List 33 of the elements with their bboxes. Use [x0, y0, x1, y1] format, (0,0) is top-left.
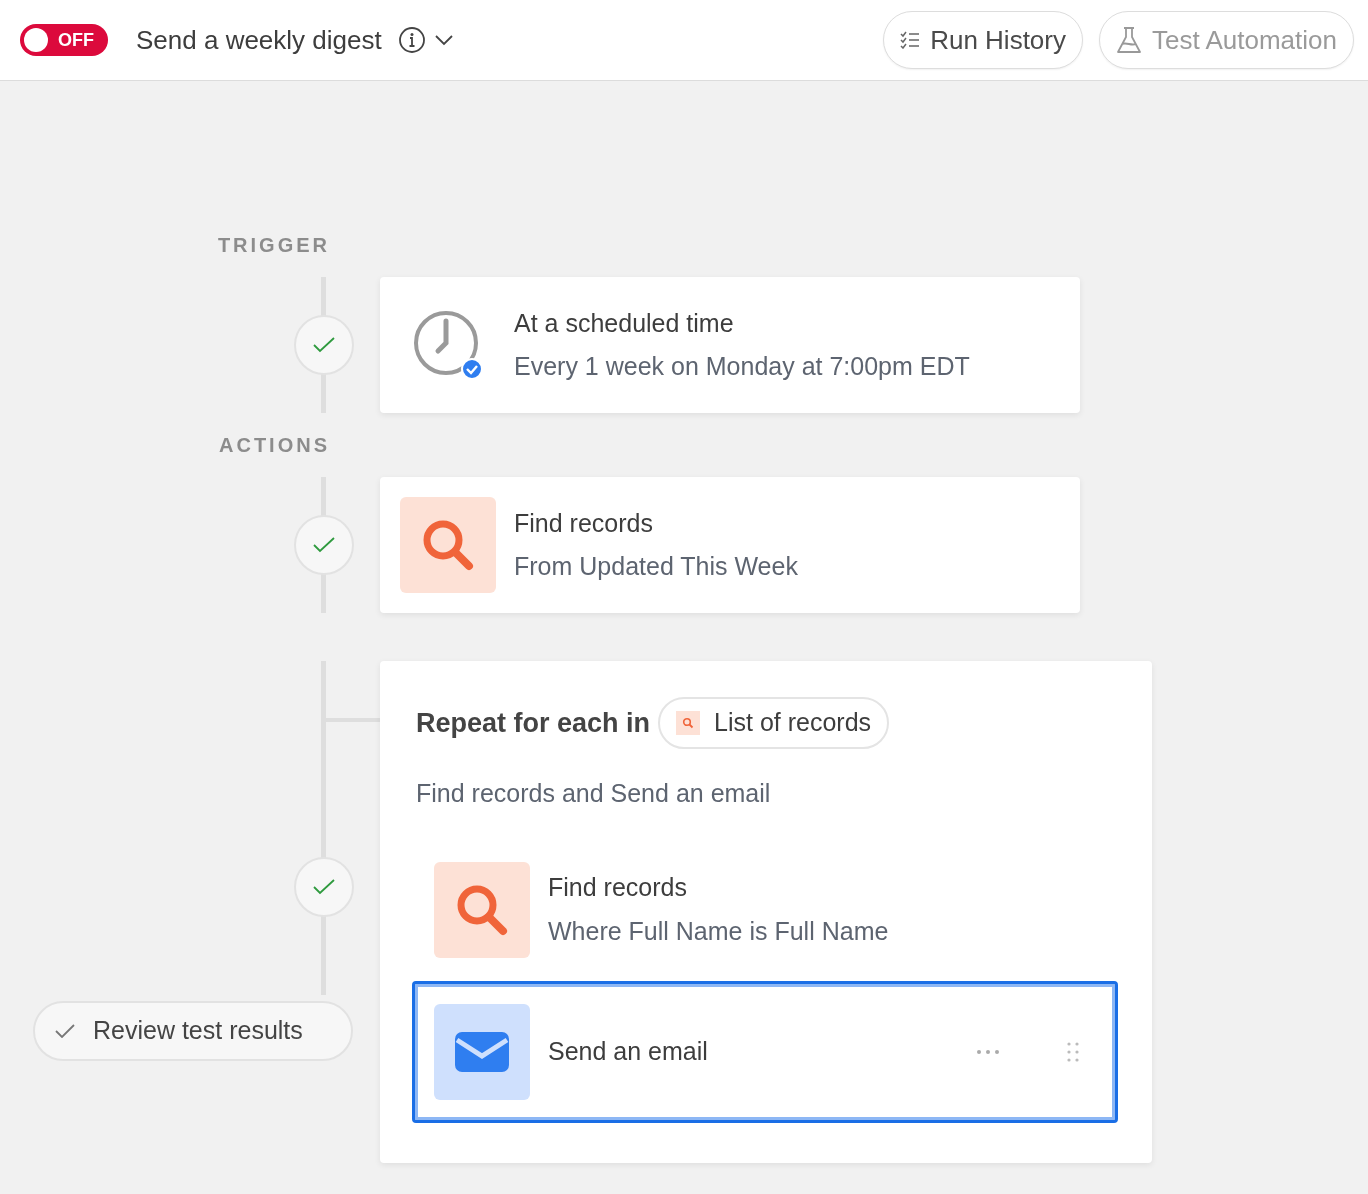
step-title: Find records: [548, 872, 688, 903]
step-item[interactable]: Send an email: [412, 980, 1118, 1123]
step-description: Every 1 week on Monday at 7:00pm EDT: [514, 351, 970, 382]
check-icon: [313, 337, 335, 353]
step-title: Find records: [514, 507, 654, 539]
review-test-results-button[interactable]: Review test results: [33, 1001, 353, 1061]
check-icon: [313, 537, 335, 553]
loop-description: Find records and Send an email: [416, 778, 772, 809]
step-description: From Updated This Week: [514, 551, 798, 582]
search-icon: [421, 518, 475, 572]
step-item[interactable]: Find records Where Full Name is Full Name: [412, 838, 1118, 981]
search-icon: [682, 717, 695, 729]
section-label: TRIGGER: [216, 235, 330, 255]
check-icon: [313, 879, 335, 895]
section-label: ACTIONS: [218, 435, 330, 455]
step-card[interactable]: At a scheduled time Every 1 week on Monday at 7:00pm EDT: [380, 277, 1080, 413]
checklist-icon: [900, 31, 921, 49]
info-icon[interactable]: [397, 26, 426, 54]
run-history-button[interactable]: Run History: [883, 11, 1083, 69]
list-source-chip[interactable]: List of records: [658, 697, 890, 749]
step-description: Where Full Name is Full Name: [548, 915, 890, 947]
automation-title: Send a weekly digest: [136, 23, 382, 57]
flask-icon: [1116, 26, 1142, 54]
step-card[interactable]: Find records From Updated This Week: [380, 477, 1080, 613]
check-icon: [55, 1024, 75, 1038]
clock-icon: [413, 309, 483, 381]
step-title: Send an email: [548, 1035, 709, 1067]
step-title: At a scheduled time: [514, 307, 735, 339]
envelope-icon: [455, 1031, 509, 1072]
chevron-down-icon[interactable]: [433, 34, 454, 46]
drag-handle-icon[interactable]: [1066, 1040, 1080, 1063]
on-off-toggle[interactable]: OFF: [20, 24, 108, 56]
loop-title: Repeat for each in: [416, 706, 651, 740]
